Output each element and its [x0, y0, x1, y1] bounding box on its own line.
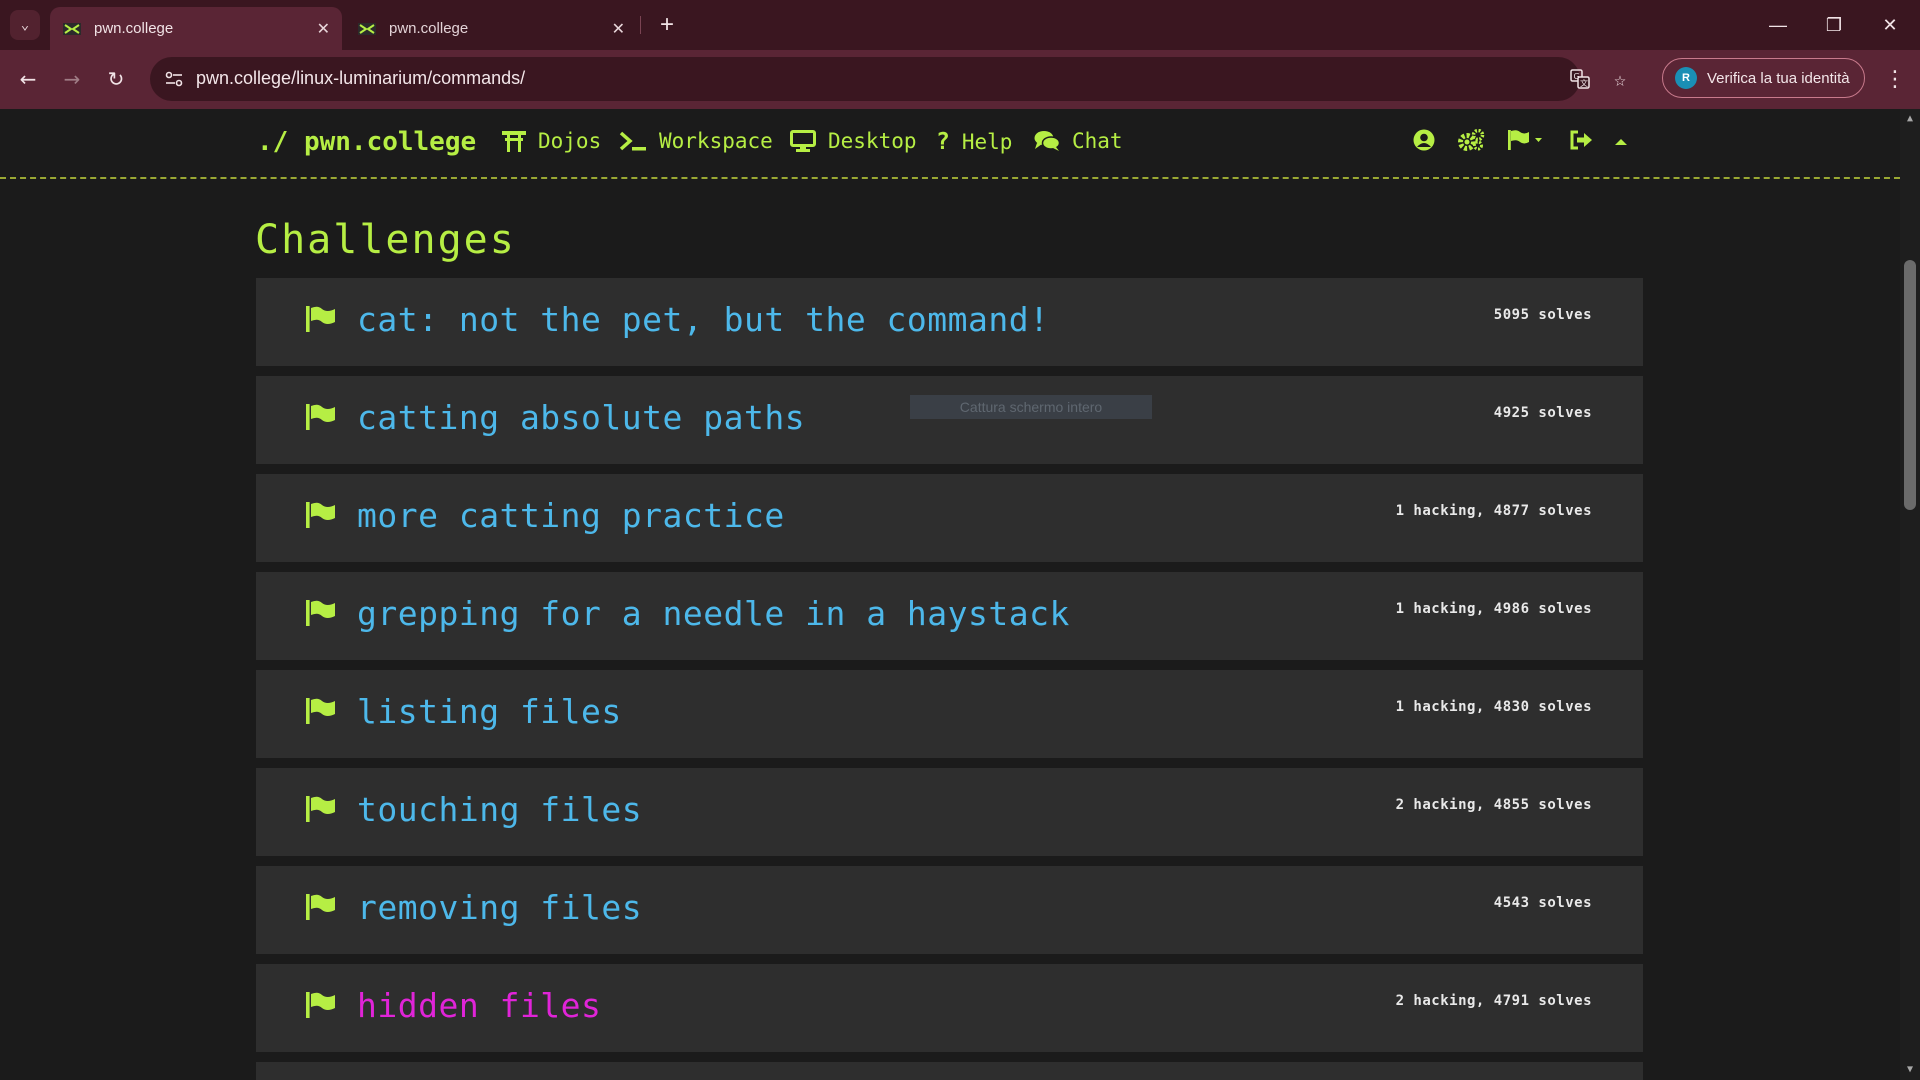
challenge-item[interactable]: more catting practice 1 hacking, 4877 so… [256, 474, 1643, 562]
challenge-name: touching files [357, 790, 643, 829]
minimize-button[interactable]: — [1758, 8, 1798, 42]
site-settings-icon[interactable] [162, 67, 186, 91]
arrow-left-icon: ← [19, 67, 37, 91]
nav-workspace[interactable]: Workspace [619, 129, 773, 153]
challenge-item[interactable]: removing files 4543 solves [256, 866, 1643, 954]
pwn-college-favicon-icon [62, 19, 82, 39]
nav-chat[interactable]: Chat [1034, 129, 1123, 153]
tab-title: pwn.college [94, 20, 174, 37]
challenge-name: cat: not the pet, but the command! [357, 300, 1050, 339]
tab-active[interactable]: pwn.college ✕ [50, 7, 342, 50]
profile-button[interactable]: R Verifica la tua identità [1662, 58, 1865, 98]
challenge-stats: 2 hacking, 4791 solves [1395, 993, 1592, 1009]
challenge-item[interactable]: catting absolute paths 4925 solves [256, 376, 1643, 464]
caret-up-icon[interactable] [1613, 137, 1629, 147]
flag-dropdown-icon[interactable] [1507, 129, 1543, 151]
forward-button[interactable]: → [54, 61, 90, 97]
page-scrollbar[interactable]: ▲ ▼ [1900, 109, 1920, 1080]
challenge-name: catting absolute paths [357, 398, 806, 437]
flag-icon [306, 306, 335, 332]
flag-icon [306, 992, 335, 1018]
scroll-down-icon[interactable]: ▼ [1904, 1064, 1916, 1076]
close-icon[interactable]: ✕ [317, 19, 330, 39]
comments-icon [1034, 131, 1060, 151]
nav-label: Help [961, 130, 1013, 154]
address-bar[interactable]: pwn.college/linux-luminarium/commands/ G… [150, 57, 1590, 101]
challenge-name: more catting practice [357, 496, 785, 535]
challenge-item[interactable]: hidden files 2 hacking, 4791 solves [256, 964, 1643, 1052]
tab-separator [640, 16, 641, 34]
bookmark-star-icon[interactable]: ☆ [1608, 67, 1632, 91]
challenge-stats: 1 hacking, 4877 solves [1395, 503, 1592, 519]
brand-logo[interactable]: ./ pwn.college [257, 127, 476, 157]
question-icon: ? [936, 129, 950, 155]
torii-gate-icon [502, 131, 526, 152]
close-window-button[interactable]: ✕ [1870, 8, 1910, 42]
challenge-name: grepping for a needle in a haystack [357, 594, 1070, 633]
url-text: pwn.college/linux-luminarium/commands/ [196, 68, 526, 88]
challenge-name: removing files [357, 888, 643, 927]
reload-icon: ↻ [107, 67, 125, 91]
nav-desktop[interactable]: Desktop [790, 129, 917, 153]
flag-icon [306, 698, 335, 724]
cogs-icon[interactable] [1457, 129, 1485, 151]
avatar: R [1675, 67, 1697, 89]
challenge-name: listing files [357, 692, 622, 731]
close-icon[interactable]: ✕ [612, 19, 625, 39]
nav-help[interactable]: ? Help [936, 129, 1012, 155]
page-title: Challenges [255, 217, 516, 263]
page-viewport: ./ pwn.college Dojos Workspace Desktop ?… [0, 109, 1900, 1080]
screen-capture-tooltip: Cattura schermo intero [910, 395, 1152, 419]
tab-search-button[interactable]: ⌄ [10, 10, 40, 40]
nav-label: Workspace [659, 129, 773, 153]
challenge-name: hidden files [357, 986, 602, 1025]
challenge-stats: 4925 solves [1493, 405, 1592, 421]
chevron-down-icon: ⌄ [20, 17, 30, 33]
back-button[interactable]: ← [10, 61, 46, 97]
reload-button[interactable]: ↻ [98, 61, 134, 97]
challenge-stats: 1 hacking, 4986 solves [1395, 601, 1592, 617]
tab-strip: ⌄ pwn.college ✕ pwn.college ✕ + — ❐ ✕ [0, 0, 1920, 50]
nav-label: Chat [1072, 129, 1123, 153]
challenge-stats: 2 hacking, 4855 solves [1395, 797, 1592, 813]
user-circle-icon[interactable] [1413, 129, 1435, 151]
sign-out-icon[interactable] [1569, 129, 1593, 151]
translate-icon[interactable]: G文 [1568, 67, 1592, 91]
scroll-up-icon[interactable]: ▲ [1904, 113, 1916, 125]
challenge-stats: 1 hacking, 4830 solves [1395, 699, 1592, 715]
restore-button[interactable]: ❐ [1814, 8, 1854, 42]
new-tab-button[interactable]: + [652, 10, 682, 40]
tab-inactive[interactable]: pwn.college ✕ [345, 7, 637, 50]
arrow-right-icon: → [63, 67, 81, 91]
flag-icon [306, 600, 335, 626]
flag-icon [306, 404, 335, 430]
challenge-item[interactable]: grepping for a needle in a haystack 1 ha… [256, 572, 1643, 660]
terminal-icon [619, 131, 646, 151]
browser-menu-button[interactable]: ⋮ [1880, 61, 1910, 97]
challenge-item[interactable]: touching files 2 hacking, 4855 solves [256, 768, 1643, 856]
challenge-stats: 5095 solves [1493, 307, 1592, 323]
nav-label: Dojos [538, 129, 602, 153]
svg-text:文: 文 [1580, 78, 1588, 88]
flag-icon [306, 894, 335, 920]
more-vertical-icon: ⋮ [1884, 66, 1906, 92]
nav-label: Desktop [828, 129, 917, 153]
challenge-item[interactable]: cat: not the pet, but the command! 5095 … [256, 278, 1643, 366]
pwn-college-favicon-icon [357, 19, 377, 39]
nav-dojos[interactable]: Dojos [502, 129, 601, 153]
browser-toolbar: ← → ↻ pwn.college/linux-luminarium/comma… [0, 50, 1920, 109]
site-navbar: ./ pwn.college Dojos Workspace Desktop ?… [0, 109, 1900, 179]
flag-icon [306, 796, 335, 822]
desktop-icon [790, 130, 816, 152]
challenge-item[interactable]: listing files 1 hacking, 4830 solves [256, 670, 1643, 758]
scroll-thumb[interactable] [1904, 260, 1916, 510]
profile-label: Verifica la tua identità [1707, 69, 1850, 87]
challenge-stats: 4543 solves [1493, 895, 1592, 911]
tab-title: pwn.college [389, 20, 469, 37]
challenge-item-partial[interactable] [256, 1062, 1643, 1080]
flag-icon [306, 502, 335, 528]
